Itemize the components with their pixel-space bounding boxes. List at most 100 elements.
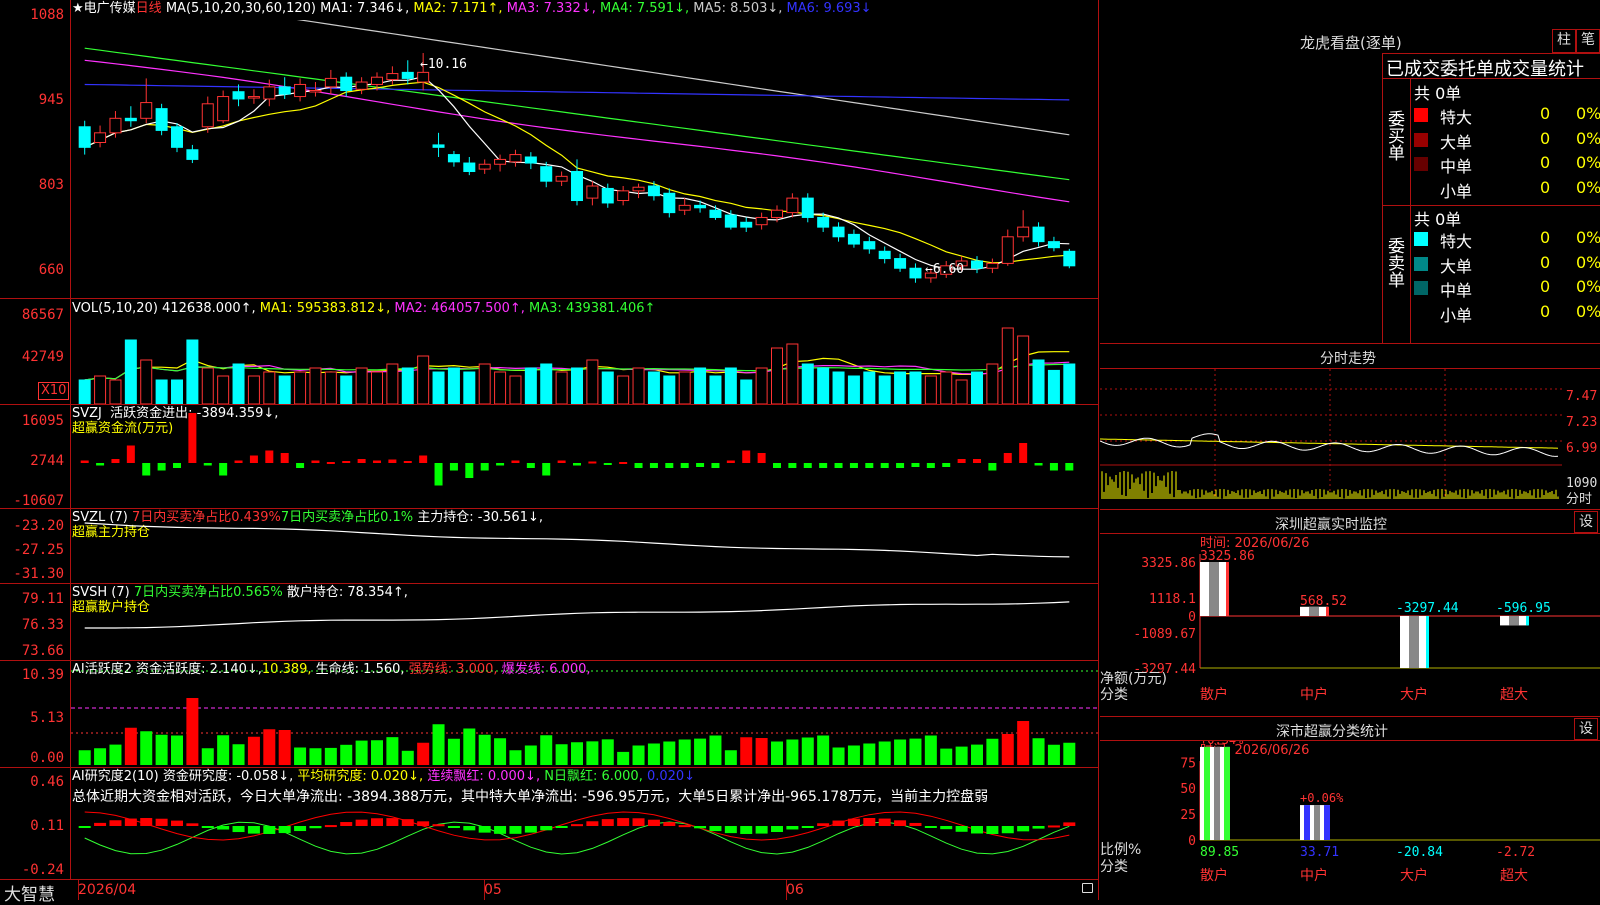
flow-bar [296,463,305,468]
monitor-y-title: 净额(万元) [1100,671,1167,687]
class-value-label: -20.84 [1396,845,1443,860]
bar-shade [1409,616,1419,668]
class-top-label: +0.34% [1200,741,1244,747]
intraday-chart[interactable] [1100,369,1562,509]
bar-shade [1314,805,1320,840]
research-bar [663,822,676,826]
research-bar [955,826,968,832]
border [1382,53,1600,54]
border [1100,343,1600,344]
legend-swatch [1414,256,1428,271]
class-settings-button[interactable]: 设 [1574,718,1598,740]
research-bar [801,826,814,828]
research-bar [494,826,507,834]
research-bar [678,825,691,828]
star-icon[interactable]: ★ [72,1,84,16]
volume-bar [232,363,245,404]
price-y-label: 1088 [30,7,64,23]
research-bar [786,826,799,830]
volume-chart[interactable] [71,318,1098,404]
activity-bar [786,739,799,765]
flow-bar [680,463,689,468]
right-panel: 龙虎看盘(逐单) 柱 笔 已成交委托单成交量统计 委买单 委卖单 共 0单 共 … [1100,0,1600,900]
class-chart[interactable]: 75 50 25 0 +0.34% 89.85 散户 +0.06% 33.71 中户 -20.84 大… [1100,741,1600,900]
order-name: 中单 [1440,281,1473,300]
pen-mode-button[interactable]: 笔 [1576,29,1600,53]
volume-bar [263,371,276,404]
volume-bar [863,371,876,404]
research-bar [817,823,830,826]
activity-bar [832,747,845,765]
svzl-chart[interactable] [71,509,1098,583]
candle-body [786,197,799,214]
flow-bar [280,453,289,463]
monitor-bar [1400,616,1429,668]
volume-bar [94,375,107,404]
indicator-value: MA4: 7.591↓, [599,1,694,16]
flow-bar [896,463,905,468]
candle-body [155,108,168,131]
monitor-chart[interactable]: 3325.86 1118.1 0 -1089.67 -3297.44 3325.86 散户 5… [1100,534,1600,714]
legend-swatch [1414,108,1428,122]
research-bar [263,826,276,834]
candle-body [709,209,722,218]
flow-bar [619,462,628,464]
order-name: 特大 [1440,232,1473,251]
candlestick-chart[interactable] [71,20,1098,298]
volume-bar [632,367,645,404]
activity-bar [771,741,783,765]
research-bar [371,818,383,826]
ai-y-label: 0.00 [30,750,64,766]
candle-body [463,162,476,173]
price-y-label: 803 [38,177,64,193]
volume-bar [478,363,491,404]
volume-bar [909,371,922,404]
activity-bar [417,742,430,765]
monitor-settings-button[interactable]: 设 [1574,511,1598,533]
volume-bar [494,371,507,404]
research-bar [540,826,553,831]
order-pct: 0% [1576,228,1600,247]
activity-bar [1001,734,1014,765]
ai-activity-chart[interactable] [71,661,1098,767]
volume-bar [1001,327,1014,404]
svsh-chart[interactable] [71,584,1098,660]
panel-border [1098,0,1099,900]
activity-bar [401,750,414,765]
research-bar [78,826,91,828]
flow-bar [696,463,705,467]
lock-icon[interactable] [1082,883,1093,893]
activity-bar [232,744,245,765]
research-bar [386,818,399,826]
flow-bar [419,455,428,463]
bar-mode-button[interactable]: 柱 [1552,29,1576,53]
volume-bar [355,367,368,404]
legend-swatch [1414,232,1428,246]
research-bar [724,826,737,834]
stock-name[interactable]: 电广传媒 [84,1,136,16]
activity-bar [524,745,537,765]
bar-edge [1204,746,1210,840]
order-pct: 0% [1576,153,1600,172]
research-chart[interactable] [71,768,1098,879]
volume-bar [971,371,983,404]
volume-bar [1047,369,1060,404]
monitor-y-label: 0 [1188,610,1196,625]
legend-swatch [1414,157,1428,171]
order-count: 0 [1540,104,1551,123]
research-avg-line [84,821,1070,855]
research-bar [417,821,430,826]
period-label[interactable]: 日线 [136,1,162,16]
order-count: 0 [1540,228,1551,247]
flow-bar [219,463,228,476]
class-value-label: 33.71 [1300,845,1339,860]
flow-bar [311,460,320,463]
activity-bar [847,745,860,765]
svzj-chart[interactable] [71,405,1098,508]
volume-bar [324,371,337,404]
activity-bar [940,748,953,765]
activity-bar [755,738,768,765]
candle-body [1001,236,1014,264]
chart-area[interactable]: ★电广传媒日线 MA(5,10,20,30,60,120) MA1: 7.346… [0,0,1099,905]
price-header: ★电广传媒日线 MA(5,10,20,30,60,120) MA1: 7.346… [72,1,872,17]
